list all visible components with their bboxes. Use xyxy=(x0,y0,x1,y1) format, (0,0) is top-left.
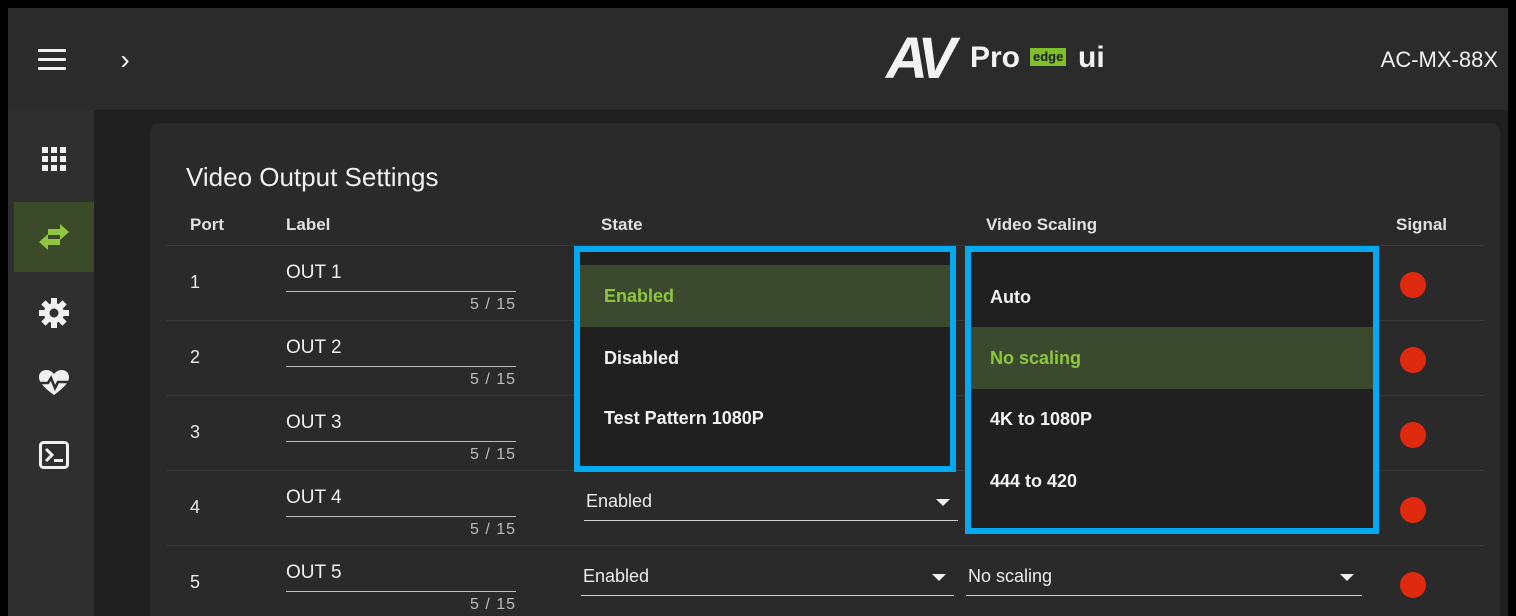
signal-indicator xyxy=(1400,497,1426,523)
scaling-option-4k-to-1080p[interactable]: 4K to 1080P xyxy=(971,388,1373,450)
video-scaling-select[interactable]: No scaling xyxy=(966,560,1362,596)
sidebar xyxy=(8,110,94,616)
port-number: 4 xyxy=(190,497,201,517)
scaling-option-444-to-420[interactable]: 444 to 420 xyxy=(971,450,1373,512)
state-option-enabled[interactable]: Enabled xyxy=(580,265,950,327)
state-option-disabled[interactable]: Disabled xyxy=(580,327,950,389)
label-input[interactable]: OUT 4 xyxy=(286,485,516,517)
label-char-count: 5 / 15 xyxy=(469,371,516,388)
label-input[interactable]: OUT 2 xyxy=(286,335,516,367)
page-title: Video Output Settings xyxy=(186,162,439,192)
app-window: › AV Pro edge ui AC-MX-88X Video Output … xyxy=(8,8,1508,616)
column-header-label: Label xyxy=(286,215,331,234)
port-number: 5 xyxy=(190,572,201,592)
state-select[interactable]: Enabled xyxy=(581,560,954,596)
sidebar-item-dashboard[interactable] xyxy=(14,124,94,194)
port-number: 2 xyxy=(190,347,201,367)
label-value: OUT 2 xyxy=(286,337,342,358)
label-char-count: 5 / 15 xyxy=(469,596,516,613)
label-value: OUT 3 xyxy=(286,412,342,433)
state-value: Enabled xyxy=(586,491,653,511)
sidebar-item-terminal[interactable] xyxy=(14,420,94,490)
signal-indicator xyxy=(1400,572,1426,598)
hamburger-menu-icon[interactable] xyxy=(36,46,70,74)
grid-icon xyxy=(42,147,66,171)
terminal-icon xyxy=(39,441,69,469)
column-header-video-scaling: Video Scaling xyxy=(986,215,1098,234)
caret-down-icon xyxy=(1340,574,1354,581)
device-model: AC-MX-88X xyxy=(1380,47,1498,72)
port-number: 1 xyxy=(190,272,201,292)
label-input[interactable]: OUT 1 xyxy=(286,260,516,292)
video-output-settings-card: Video Output Settings Port Label State V… xyxy=(150,123,1500,616)
signal-indicator xyxy=(1400,272,1426,298)
video-scaling-dropdown-menu: Auto No scaling 4K to 1080P 444 to 420 xyxy=(965,246,1379,534)
sidebar-item-settings[interactable] xyxy=(14,278,94,348)
state-option-test-pattern[interactable]: Test Pattern 1080P xyxy=(580,387,950,449)
column-header-port: Port xyxy=(190,215,224,234)
scaling-option-no-scaling[interactable]: No scaling xyxy=(971,327,1373,389)
label-value: OUT 5 xyxy=(286,562,342,583)
heartbeat-icon xyxy=(39,370,69,395)
state-value: Enabled xyxy=(583,566,650,586)
label-value: OUT 1 xyxy=(286,262,342,283)
column-header-state: State xyxy=(601,215,643,234)
sidebar-item-routing[interactable] xyxy=(14,202,94,272)
label-input[interactable]: OUT 3 xyxy=(286,410,516,442)
gear-icon xyxy=(39,298,69,328)
label-input[interactable]: OUT 5 xyxy=(286,560,516,592)
sidebar-item-health[interactable] xyxy=(14,348,94,418)
caret-down-icon xyxy=(936,499,950,506)
label-char-count: 5 / 15 xyxy=(469,296,516,313)
caret-down-icon xyxy=(932,574,946,581)
table-row: 5 OUT 5 5 / 15 Enabled No scaling xyxy=(166,545,1484,616)
state-dropdown-menu: Enabled Disabled Test Pattern 1080P xyxy=(574,246,956,472)
avproedge-logo: AV Pro edge ui xyxy=(886,26,1105,91)
port-number: 3 xyxy=(190,422,201,442)
top-bar: › AV Pro edge ui AC-MX-88X xyxy=(8,8,1508,110)
signal-indicator xyxy=(1400,422,1426,448)
video-scaling-value: No scaling xyxy=(968,566,1053,586)
label-char-count: 5 / 15 xyxy=(469,446,516,463)
scaling-option-auto[interactable]: Auto xyxy=(971,266,1373,328)
swap-arrows-icon xyxy=(39,224,69,250)
state-select[interactable]: Enabled xyxy=(584,485,958,521)
label-char-count: 5 / 15 xyxy=(469,521,516,538)
signal-indicator xyxy=(1400,347,1426,373)
column-header-signal: Signal xyxy=(1396,215,1448,234)
chevron-right-icon[interactable]: › xyxy=(112,44,138,76)
label-value: OUT 4 xyxy=(286,487,342,508)
